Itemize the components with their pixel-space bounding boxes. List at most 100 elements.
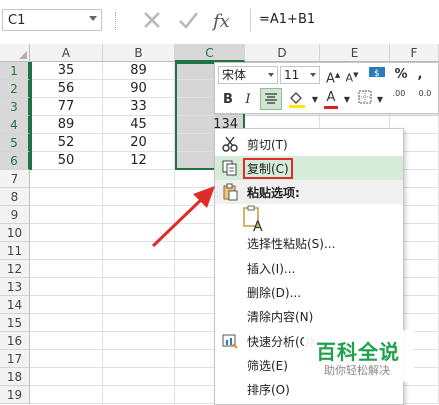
sheet-cell[interactable]	[30, 188, 103, 206]
sheet-cell[interactable]	[103, 386, 175, 404]
decrease-decimal-label: 0.0	[418, 89, 432, 98]
decrease-decimal-button[interactable]: 0.0	[413, 89, 437, 109]
menu-item-insert[interactable]: 插入(I)...	[215, 256, 403, 280]
column-header[interactable]: C	[175, 44, 245, 62]
mini-toolbar: 宋体 11 A▲ A▼ $ % , B I ▼ A ▼ ▼ .00 0.0	[214, 62, 439, 114]
chevron-down-icon[interactable]: ▼	[376, 90, 384, 110]
row-header[interactable]: 12	[0, 260, 30, 278]
paste-options-header: 粘贴选项:	[215, 180, 403, 204]
chevron-down-icon[interactable]	[310, 73, 316, 77]
menu-item-paste-special-label: 选择性粘贴(S)...	[247, 237, 336, 251]
comma-style-button[interactable]: ,	[413, 65, 427, 85]
name-box[interactable]: C1	[2, 9, 102, 31]
chevron-down-icon[interactable]: ▼	[311, 90, 319, 110]
row-header[interactable]: 10	[0, 224, 30, 242]
row-header[interactable]: 1	[0, 62, 30, 80]
font-color-button[interactable]: A	[321, 88, 341, 109]
select-all-corner[interactable]	[0, 44, 30, 62]
paste-option-button[interactable]: A	[241, 205, 271, 235]
percent-button[interactable]: %	[393, 65, 409, 85]
font-color-label: A	[326, 90, 336, 105]
menu-item-clear-contents[interactable]: 清除内容(N)	[215, 304, 403, 328]
font-color-bar	[324, 106, 338, 109]
row-header[interactable]: 8	[0, 188, 30, 206]
menu-item-paste-special[interactable]: 选择性粘贴(S)...	[215, 231, 403, 255]
svg-text:fx: fx	[211, 11, 230, 32]
fill-color-button[interactable]	[285, 89, 309, 109]
shrink-font-button[interactable]: A▼	[345, 65, 359, 85]
font-name-select[interactable]: 宋体	[218, 66, 278, 84]
row-header[interactable]: 11	[0, 242, 30, 260]
menu-item-insert-label: 插入(I)...	[247, 262, 296, 276]
menu-item-copy[interactable]: 复制(C)	[215, 156, 403, 180]
close-icon[interactable]	[138, 6, 166, 34]
row-header[interactable]: 14	[0, 296, 30, 314]
row-header[interactable]: 15	[0, 314, 30, 332]
column-header[interactable]: B	[103, 44, 175, 62]
menu-item-cut[interactable]: 剪切(T)	[215, 132, 403, 156]
menu-item-cut-label: 剪切(T)	[247, 138, 288, 152]
menu-item-sort-label: 排序(O)	[247, 383, 290, 397]
name-box-value: C1	[8, 13, 26, 28]
row-header[interactable]: 19	[0, 386, 30, 404]
chevron-down-icon[interactable]	[89, 16, 97, 21]
sheet-cell[interactable]	[30, 278, 103, 296]
align-center-button[interactable]	[260, 88, 282, 110]
row-header[interactable]: 3	[0, 98, 30, 116]
column-header[interactable]: F	[390, 44, 439, 62]
sheet-cell[interactable]	[30, 296, 103, 314]
sheet-cell[interactable]	[30, 206, 103, 224]
sheet-cell[interactable]	[103, 350, 175, 368]
function-icon[interactable]: fx	[210, 6, 238, 34]
sheet-cell[interactable]	[30, 332, 103, 350]
formula-input[interactable]: =A1+B1	[250, 9, 439, 31]
formula-bar-grip[interactable]	[115, 12, 118, 30]
row-header[interactable]: 13	[0, 278, 30, 296]
sheet-cell[interactable]	[103, 314, 175, 332]
sheet-cell[interactable]	[30, 368, 103, 386]
row-header[interactable]: 18	[0, 368, 30, 386]
column-header[interactable]: D	[245, 44, 320, 62]
grow-font-button[interactable]: A▲	[326, 65, 340, 87]
grow-font-label: A	[326, 71, 335, 87]
borders-button[interactable]	[355, 89, 375, 109]
sheet-cell[interactable]	[30, 386, 103, 404]
font-size-select[interactable]: 11	[280, 66, 320, 84]
sheet-cell[interactable]	[30, 350, 103, 368]
row-header[interactable]: 6	[0, 152, 30, 170]
scissors-icon	[222, 136, 238, 152]
row-header[interactable]: 2	[0, 80, 30, 98]
sheet-cell[interactable]	[103, 296, 175, 314]
italic-button[interactable]: I	[240, 90, 256, 110]
column-header[interactable]: E	[320, 44, 390, 62]
sheet-cell[interactable]	[30, 170, 103, 188]
sheet-cell[interactable]	[30, 242, 103, 260]
row-header[interactable]: 16	[0, 332, 30, 350]
menu-item-delete[interactable]: 删除(D)...	[215, 280, 403, 304]
sheet-cell[interactable]	[103, 368, 175, 386]
copy-icon	[222, 160, 237, 176]
row-header[interactable]: 5	[0, 134, 30, 152]
chevron-down-icon[interactable]	[268, 73, 274, 77]
column-header[interactable]: A	[30, 44, 103, 62]
currency-format-button[interactable]: $	[366, 64, 388, 84]
sheet-cell[interactable]	[103, 260, 175, 278]
row-header[interactable]: 7	[0, 170, 30, 188]
row-header[interactable]: 17	[0, 350, 30, 368]
increase-decimal-button[interactable]: .00	[387, 89, 411, 109]
menu-item-filter-label: 筛选(E)	[247, 359, 288, 373]
sheet-cell[interactable]	[103, 332, 175, 350]
check-icon[interactable]	[174, 6, 202, 34]
sheet-cell[interactable]	[30, 314, 103, 332]
sheet-cell[interactable]	[30, 260, 103, 278]
sheet-cell[interactable]	[30, 224, 103, 242]
bold-button[interactable]: B	[219, 90, 237, 110]
menu-item-clear-label: 清除内容(N)	[247, 310, 314, 324]
row-header[interactable]: 9	[0, 206, 30, 224]
increase-decimal-label: .00	[392, 89, 406, 98]
row-header[interactable]: 4	[0, 116, 30, 134]
svg-text:$: $	[374, 69, 380, 79]
menu-item-delete-label: 删除(D)...	[247, 286, 302, 300]
chevron-down-icon[interactable]: ▼	[343, 90, 351, 110]
sheet-cell[interactable]	[103, 278, 175, 296]
